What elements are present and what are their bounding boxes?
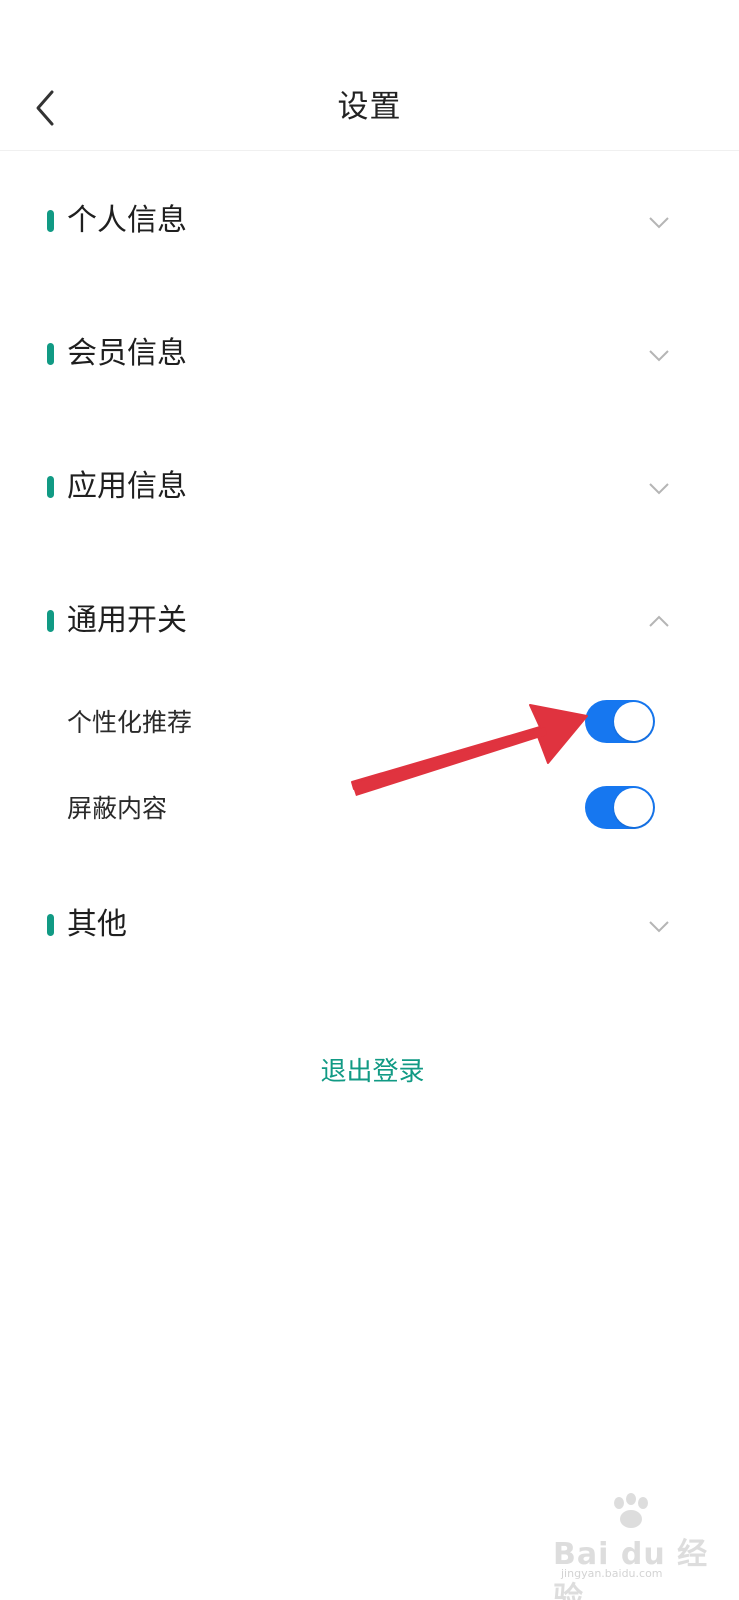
section-app-info[interactable]: 应用信息 xyxy=(0,452,739,522)
section-marker xyxy=(47,210,54,232)
chevron-down-icon xyxy=(649,350,669,362)
toggle-row-personalized-recommendation: 个性化推荐 xyxy=(0,692,739,756)
chevron-down-icon xyxy=(649,483,669,495)
section-marker xyxy=(47,610,54,632)
switch-knob xyxy=(614,788,653,827)
paw-icon xyxy=(614,1493,648,1528)
switch-knob xyxy=(614,702,653,741)
section-marker xyxy=(47,476,54,498)
watermark-subtext: jingyan.baidu.com xyxy=(561,1567,663,1580)
header-bar: 设置 xyxy=(0,0,739,151)
chevron-down-icon xyxy=(649,921,669,933)
section-label: 通用开关 xyxy=(67,603,187,638)
block-content-switch[interactable] xyxy=(585,786,655,829)
page-title: 设置 xyxy=(337,89,402,125)
chevron-down-icon xyxy=(649,217,669,229)
section-label: 个人信息 xyxy=(67,203,187,238)
section-marker xyxy=(47,914,54,936)
section-membership-info[interactable]: 会员信息 xyxy=(0,319,739,389)
watermark-text: Bai du 经验 xyxy=(553,1537,709,1600)
toggle-label: 屏蔽内容 xyxy=(67,794,168,823)
chevron-up-icon xyxy=(649,615,669,627)
section-personal-info[interactable]: 个人信息 xyxy=(0,186,739,256)
section-marker xyxy=(47,343,54,365)
settings-screen: 设置 个人信息 会员信息 应用信息 通用开关 个性化推荐 屏蔽内容 其他 退出登… xyxy=(0,0,739,1600)
section-label: 其他 xyxy=(67,907,127,942)
toggle-label: 个性化推荐 xyxy=(67,708,193,737)
logout-button[interactable]: 退出登录 xyxy=(0,1052,739,1092)
section-label: 会员信息 xyxy=(67,336,187,371)
section-other[interactable]: 其他 xyxy=(0,890,739,960)
section-label: 应用信息 xyxy=(67,469,187,504)
section-general-switches[interactable]: 通用开关 xyxy=(0,586,739,656)
baidu-jingyan-watermark: Bai du 经验 jingyan.baidu.com xyxy=(553,1493,723,1600)
personalized-recommendation-switch[interactable] xyxy=(585,700,655,743)
toggle-row-block-content: 屏蔽内容 xyxy=(0,778,739,842)
